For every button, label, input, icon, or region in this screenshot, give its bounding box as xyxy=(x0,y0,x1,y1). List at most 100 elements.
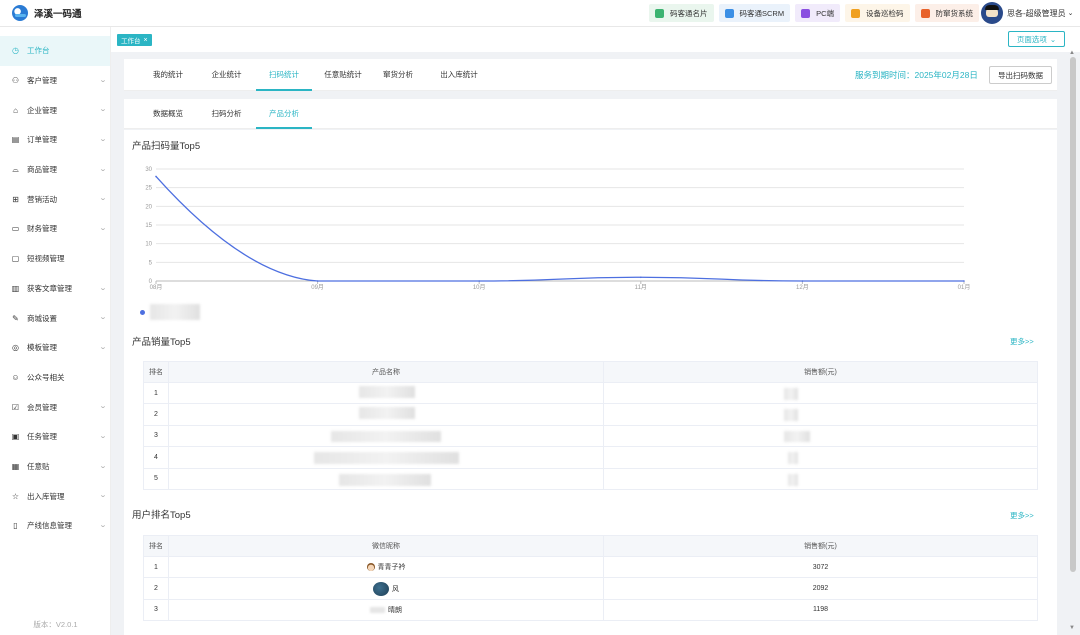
x-tick-label: 09月 xyxy=(311,284,324,291)
table-row: 3 晴朗 1198 xyxy=(143,598,1038,622)
sidebar-item-8[interactable]: ▥ 获客文章管理 ⌄ xyxy=(0,274,110,304)
customer-icon: ⚇ xyxy=(11,76,20,86)
redacted-value xyxy=(359,407,415,420)
data-point xyxy=(801,280,804,282)
sidebar-item-9[interactable]: ✎ 商城设置 ⌄ xyxy=(0,303,110,333)
avatar[interactable] xyxy=(981,2,1003,24)
app-logo[interactable]: 泽溪一码通 xyxy=(12,5,82,21)
table-row: 4 xyxy=(143,446,1038,469)
nickname-cell: 晴朗 xyxy=(168,598,604,622)
sidebar-item-label: 营销活动 xyxy=(27,194,57,204)
sidebar-item-15[interactable]: ☆ 出入库管理 ⌄ xyxy=(0,481,110,511)
top-link-0[interactable]: 码客通名片 xyxy=(649,4,714,22)
sidebar-item-6[interactable]: ▭ 财务管理 ⌄ xyxy=(0,214,110,244)
column-header: 销售额(元) xyxy=(603,535,1038,557)
mall-settings-icon: ✎ xyxy=(12,313,19,323)
scrollbar[interactable] xyxy=(1070,57,1076,572)
top-link-1[interactable]: 码客通SCRM xyxy=(718,4,791,22)
user-menu[interactable]: 思各-超级管理员 ⌄ xyxy=(981,2,1074,24)
version-label: 版本：V2.0.1 xyxy=(33,620,78,629)
sidebar-item-label: 模板管理 xyxy=(27,343,57,353)
sales-amount-cell xyxy=(603,381,1038,405)
top-link-label: 码客通名片 xyxy=(670,8,708,18)
app-icon xyxy=(801,8,811,18)
chevron-down-icon: ⌄ xyxy=(98,284,108,292)
chevron-down-icon: ⌄ xyxy=(1067,10,1074,17)
product-name-cell xyxy=(168,424,604,448)
rank-cell: 5 xyxy=(143,467,169,490)
y-tick-label: 10 xyxy=(145,242,152,248)
sidebar-item-3[interactable]: ▤ 订单管理 ⌄ xyxy=(0,125,110,155)
sidebar-item-10[interactable]: ◎ 模板管理 ⌄ xyxy=(0,333,110,363)
sidebar-item-14[interactable]: ▦ 任意贴 ⌄ xyxy=(0,452,110,482)
y-tick-label: 25 xyxy=(145,186,152,192)
export-scan-data-button[interactable]: 导出扫码数据 xyxy=(989,66,1052,84)
users-more-link[interactable]: 更多>> xyxy=(1010,510,1034,521)
sales-amount-cell xyxy=(603,403,1038,426)
tab-stats-2[interactable]: 扫码统计 xyxy=(256,59,312,91)
sidebar-item-7[interactable]: ▢ 短视频管理 xyxy=(0,244,110,274)
chevron-down-icon: ⌄ xyxy=(98,76,108,84)
x-tick-label: 11月 xyxy=(635,284,647,291)
scroll-up-icon[interactable]: ▲ xyxy=(1069,50,1075,56)
tab-stats-5[interactable]: 出入库统计 xyxy=(433,59,485,91)
wechat-official-icon: ☺ xyxy=(11,372,20,382)
sales-more-link[interactable]: 更多>> xyxy=(1010,336,1034,347)
tab-stats-3[interactable]: 任意贴统计 xyxy=(318,59,368,91)
tab-workbench[interactable]: 工作台 × xyxy=(117,34,152,46)
rank-cell: 2 xyxy=(143,403,169,426)
app-icon xyxy=(724,8,734,18)
top-link-4[interactable]: 防窜货系统 xyxy=(914,4,980,22)
tag-bar: 工作台 × 页面选项 ⌄ xyxy=(111,27,1080,52)
sidebar-item-1[interactable]: ⚇ 客户管理 ⌄ xyxy=(0,66,110,96)
sidebar-item-label: 出入库管理 xyxy=(27,491,65,501)
sidebar-item-5[interactable]: ⊞ 营销活动 ⌄ xyxy=(0,184,110,214)
table-row: 2 风 2092 xyxy=(143,577,1038,600)
sidebar-item-4[interactable]: ⌓ 商品管理 ⌄ xyxy=(0,155,110,185)
sales-amount-cell: 3072 xyxy=(603,555,1038,579)
task-icon: ▣ xyxy=(11,432,20,442)
sidebar-item-11[interactable]: ☺ 公众号相关 xyxy=(0,363,110,393)
sales-amount-cell xyxy=(603,467,1038,490)
page-options-button[interactable]: 页面选项 ⌄ xyxy=(1008,31,1065,47)
rank-cell: 3 xyxy=(143,424,169,448)
enterprise-icon: ⌂ xyxy=(13,105,18,115)
user-name: 思各-超级管理员 xyxy=(1007,8,1066,18)
series-line-0 xyxy=(155,176,964,282)
chevron-down-icon: ⌄ xyxy=(98,106,108,114)
tab-stats-0[interactable]: 我的统计 xyxy=(143,59,193,91)
page-options-label: 页面选项 xyxy=(1016,34,1047,44)
scan-line-chart: 05101520253008月 09月 10月 11月 12月 01月 xyxy=(145,167,970,291)
app-icon xyxy=(655,8,664,18)
sidebar-item-label: 订单管理 xyxy=(27,135,57,145)
tab-analysis-0[interactable]: 数据概览 xyxy=(143,99,193,129)
top-link-3[interactable]: 设备巡检码 xyxy=(845,4,910,22)
sidebar-item-label: 产线信息管理 xyxy=(27,521,72,531)
sidebar-item-0[interactable]: ◷ 工作台 xyxy=(0,36,110,66)
finance-icon: ▭ xyxy=(11,224,20,234)
chevron-down-icon: ⌄ xyxy=(98,462,108,470)
top-link-label: PC端 xyxy=(816,8,835,18)
tab-stats-1[interactable]: 企业统计 xyxy=(199,59,254,91)
legend-marker xyxy=(140,310,145,315)
article-icon: ▥ xyxy=(11,283,20,293)
sidebar-item-12[interactable]: ☑ 会员管理 ⌄ xyxy=(0,392,110,422)
sales-amount-cell xyxy=(603,424,1038,448)
top-link-2[interactable]: PC端 xyxy=(795,4,841,22)
tab-analysis-2[interactable]: 产品分析 xyxy=(256,99,312,129)
rank-cell: 2 xyxy=(143,577,169,600)
sidebar-item-13[interactable]: ▣ 任务管理 ⌄ xyxy=(0,422,110,452)
sidebar-item-label: 会员管理 xyxy=(27,402,57,412)
production-line-icon: ▯ xyxy=(13,521,18,531)
tab-stats-4[interactable]: 窜货分析 xyxy=(377,59,419,91)
chevron-down-icon: ⌄ xyxy=(1049,34,1057,44)
sidebar-item-2[interactable]: ⌂ 企业管理 ⌄ xyxy=(0,95,110,125)
scroll-down-icon[interactable]: ▼ xyxy=(1069,625,1075,631)
x-tick-label: 10月 xyxy=(473,284,486,291)
sidebar-item-16[interactable]: ▯ 产线信息管理 ⌄ xyxy=(0,511,110,541)
data-point xyxy=(478,280,481,282)
sales-amount-cell xyxy=(603,446,1038,469)
y-tick-label: 5 xyxy=(149,260,153,266)
tab-analysis-1[interactable]: 扫码分析 xyxy=(199,99,254,129)
close-icon[interactable]: × xyxy=(144,37,148,44)
